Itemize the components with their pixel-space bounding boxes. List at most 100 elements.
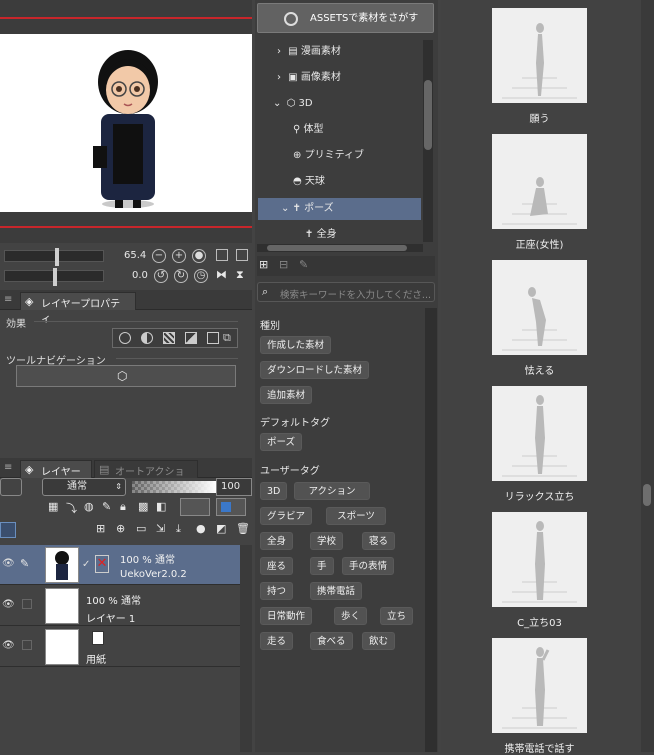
zoom-in-icon[interactable]: + <box>172 249 186 263</box>
rotate-reset-icon[interactable]: ◷ <box>194 269 208 283</box>
tree-scrollbar[interactable] <box>423 40 433 242</box>
transfer-down-icon[interactable]: ⇲ <box>156 522 165 535</box>
tag-walk[interactable]: 歩く <box>334 607 368 625</box>
layer-mask-icon[interactable]: ● <box>196 522 206 535</box>
tag-mobile-phone[interactable]: 携帯電話 <box>310 582 363 600</box>
opacity-slider[interactable] <box>132 481 216 493</box>
extract-line-icon[interactable] <box>141 332 153 344</box>
panel-menu-icon[interactable]: ≡ <box>4 294 12 305</box>
new-vector-layer-icon[interactable]: ⊕ <box>116 522 125 535</box>
tag-downloaded[interactable]: ダウンロードした素材 <box>260 361 370 379</box>
new-raster-layer-icon[interactable]: ⊞ <box>96 522 105 535</box>
lock-icon[interactable]: 🔒︎ <box>120 500 126 514</box>
tag-daily-action[interactable]: 日常動作 <box>260 607 313 625</box>
tag-hold[interactable]: 持つ <box>260 582 294 600</box>
edit-pencil-icon[interactable]: ✎ <box>20 557 29 570</box>
assets-search-button[interactable]: ASSETSで素材をさがす <box>257 3 434 33</box>
layer-row[interactable]: 👁︎ 100 % 通常 レイヤー 1 <box>0 586 240 626</box>
opacity-input[interactable]: 100 <box>216 478 252 496</box>
border-effect-icon[interactable] <box>119 332 131 344</box>
visibility-eye-icon[interactable]: 👁︎ <box>2 559 16 569</box>
tag-scrollbar[interactable] <box>425 308 437 752</box>
texture-icon[interactable] <box>207 332 219 344</box>
pose-thumbnail[interactable] <box>492 134 587 229</box>
rotate-slider[interactable] <box>4 268 104 286</box>
pose-thumbnail[interactable] <box>492 638 587 733</box>
blend-mode-select[interactable]: 通常 ⇕ <box>42 478 126 496</box>
panel-menu-icon[interactable]: ≡ <box>4 462 12 473</box>
canvas-view[interactable] <box>0 34 252 212</box>
zoom-slider[interactable] <box>4 248 104 266</box>
draft-layer-icon[interactable]: ✎ <box>102 500 111 513</box>
tree-item-body[interactable]: ⚲ 体型 <box>293 120 324 140</box>
layer-color-mode-select[interactable] <box>180 498 210 516</box>
tag-hand-expression[interactable]: 手の表情 <box>342 557 395 575</box>
fit-window-icon[interactable] <box>216 249 228 261</box>
tag-run[interactable]: 走る <box>260 632 294 650</box>
tree-item-full-body[interactable]: ✝ 全身 <box>305 225 337 245</box>
tab-layer[interactable]: ◈ レイヤー <box>20 460 92 478</box>
tree-item-image[interactable]: › ▣ 画像素材 <box>277 68 341 88</box>
tag-stand[interactable]: 立ち <box>380 607 414 625</box>
tree-item-manga[interactable]: › ▤ 漫画素材 <box>277 42 341 62</box>
flip-horizontal-icon[interactable]: ⧓ <box>216 268 227 281</box>
mask-icon[interactable]: ◧ <box>156 500 166 513</box>
clip-layer-icon[interactable]: ⤵ <box>66 500 77 516</box>
visibility-eye-icon[interactable]: 👁︎ <box>2 600 16 610</box>
search-field[interactable]: ⌕ 検索キーワードを入力してくださ... <box>257 282 435 302</box>
lock-checkbox[interactable] <box>22 599 32 609</box>
lock-transparent-icon[interactable]: ▩ <box>138 500 148 513</box>
actual-size-icon[interactable] <box>236 249 248 261</box>
other-effect-icon[interactable]: ⧉ <box>223 332 235 344</box>
tag-gravure[interactable]: グラビア <box>260 507 313 525</box>
tree-scrollbar-thumb[interactable] <box>424 80 432 150</box>
tag-pose[interactable]: ポーズ <box>260 433 303 451</box>
tab-auto-action[interactable]: ▤ オートアクション <box>94 460 198 493</box>
tag-action[interactable]: アクション <box>294 482 370 500</box>
lock-checkbox[interactable] <box>22 640 32 650</box>
tag-full-body[interactable]: 全身 <box>260 532 294 550</box>
tab-layer-property[interactable]: ◈ レイヤープロパティ <box>20 292 136 325</box>
tag-sit[interactable]: 座る <box>260 557 294 575</box>
layer-color-icon[interactable] <box>185 332 197 344</box>
layer-color-select[interactable] <box>0 478 22 496</box>
protect-alpha-icon[interactable]: ▦ <box>48 500 58 513</box>
tag-additional[interactable]: 追加素材 <box>260 386 313 404</box>
delete-layer-icon[interactable]: 🗑︎ <box>236 522 250 535</box>
tool-navigation-button[interactable]: ⬡ <box>16 365 236 387</box>
new-folder-icon[interactable]: ▭ <box>136 522 146 535</box>
expression-color-select[interactable] <box>216 498 246 516</box>
tag-3d[interactable]: 3D <box>260 482 288 500</box>
add-material-icon[interactable]: ⊟ <box>279 258 288 271</box>
pose-thumbnail[interactable] <box>492 8 587 103</box>
flip-vertical-icon[interactable]: ⧗ <box>236 268 244 282</box>
material-list-scrollbar[interactable] <box>641 0 654 752</box>
layer-row-selected[interactable]: 👁︎ ✎ ✓ ✕ 100 % 通常 UekoVer2.0.2 <box>0 545 240 585</box>
combine-down-icon[interactable]: ⤓ <box>176 522 181 536</box>
tag-eat[interactable]: 食べる <box>310 632 353 650</box>
tag-sleep[interactable]: 寝る <box>362 532 396 550</box>
layer-scrollbar[interactable] <box>240 545 252 752</box>
tree-item-primitive[interactable]: ⊕ プリミティブ <box>293 146 364 166</box>
layer-list-view-icon[interactable] <box>0 522 16 538</box>
rotate-left-icon[interactable]: ↺ <box>154 269 168 283</box>
zoom-reset-icon[interactable]: ● <box>192 249 206 263</box>
new-folder-icon[interactable]: ⊞ <box>259 258 268 271</box>
tree-item-pose[interactable]: ⌄ ✝ ポーズ <box>281 199 334 219</box>
pose-thumbnail[interactable] <box>492 386 587 481</box>
edit-material-icon[interactable]: ✎ <box>299 258 308 271</box>
tag-sports[interactable]: スポーツ <box>326 507 386 525</box>
tree-item-3d[interactable]: ⌄ ⬡ 3D <box>273 94 313 114</box>
material-list-scrollbar-thumb[interactable] <box>643 484 651 506</box>
tag-school[interactable]: 学校 <box>310 532 344 550</box>
pose-thumbnail[interactable] <box>492 512 587 607</box>
reference-layer-icon[interactable]: ◍ <box>84 500 94 513</box>
zoom-slider-thumb[interactable] <box>55 248 59 266</box>
zoom-out-icon[interactable]: − <box>152 249 166 263</box>
pose-thumbnail[interactable] <box>492 260 587 355</box>
tone-effect-icon[interactable] <box>163 332 175 344</box>
rotate-slider-thumb[interactable] <box>53 268 57 286</box>
rotate-right-icon[interactable]: ↻ <box>174 269 188 283</box>
visibility-eye-icon[interactable]: 👁︎ <box>2 641 16 651</box>
apply-mask-icon[interactable]: ◩ <box>216 522 226 535</box>
